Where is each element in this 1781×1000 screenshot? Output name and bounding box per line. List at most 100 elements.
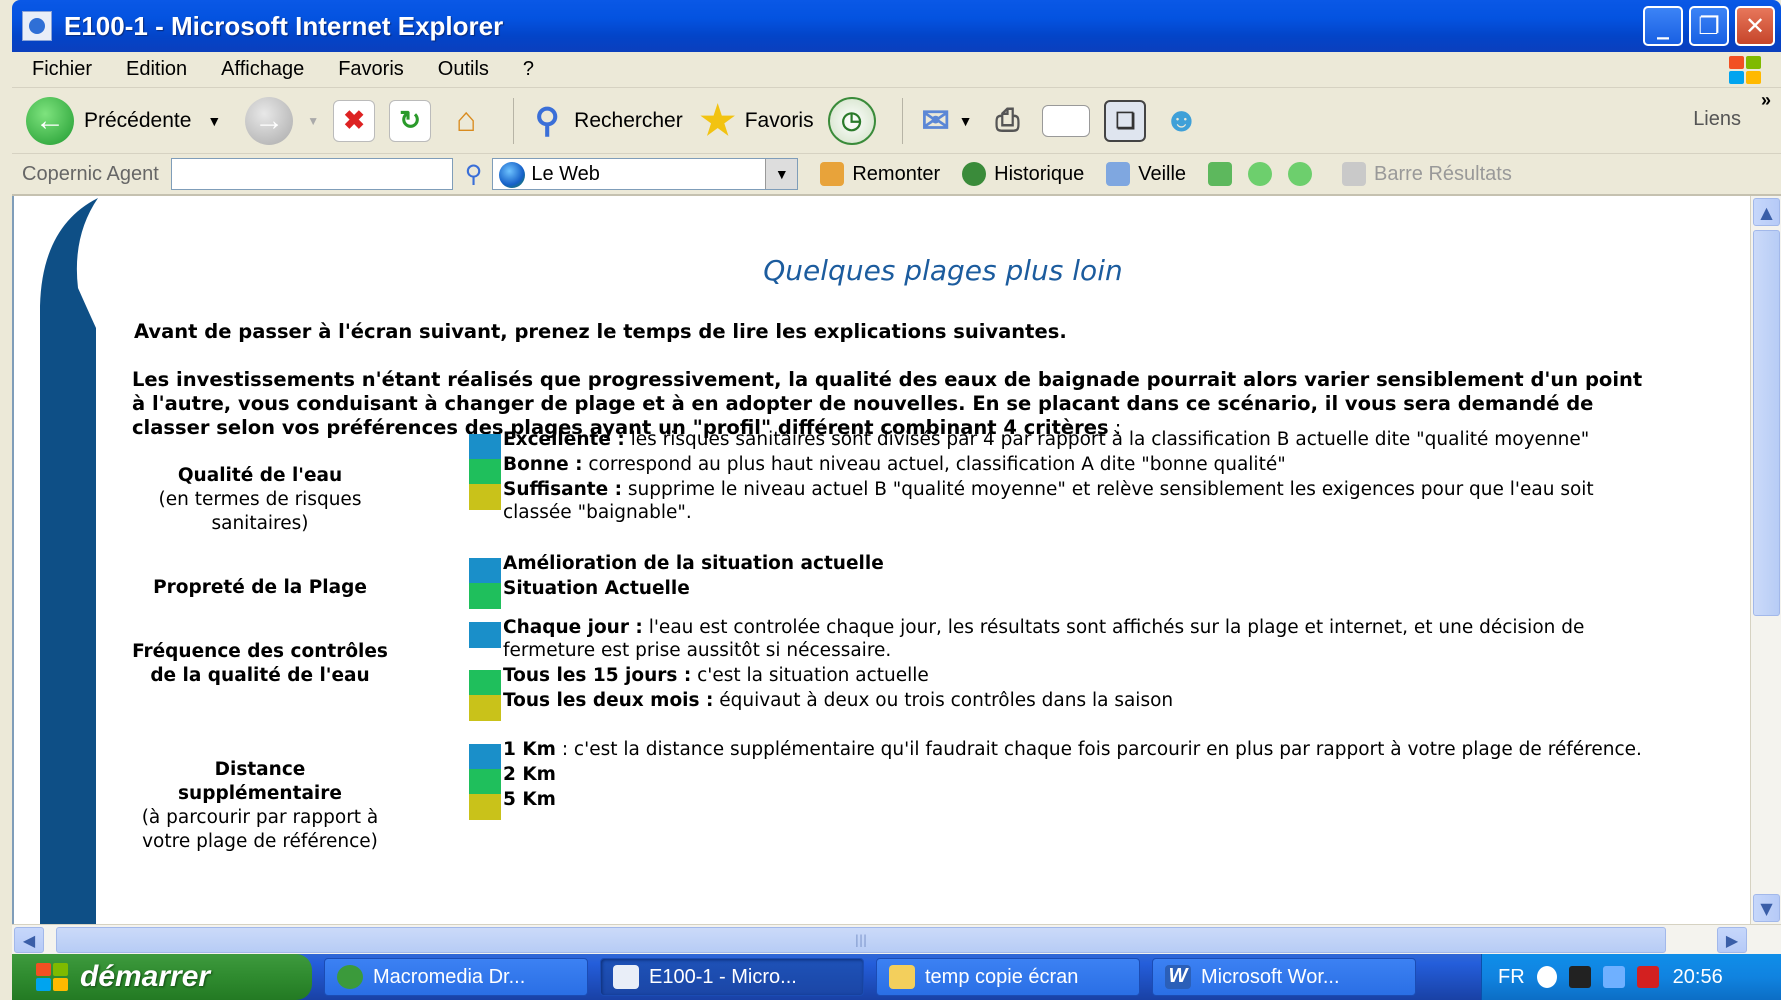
scroll-down-button[interactable]: ▼ xyxy=(1753,894,1780,922)
mail-dropdown-icon[interactable]: ▼ xyxy=(959,113,973,129)
menu-favoris[interactable]: Favoris xyxy=(338,58,404,81)
intro-text: Avant de passer à l'écran suivant, prene… xyxy=(134,320,1067,343)
horizontal-scrollbar[interactable]: ◀ ||| ▶ xyxy=(12,924,1781,954)
maximize-button[interactable]: ❐ xyxy=(1689,6,1729,46)
previous-arrow-icon xyxy=(1248,162,1273,186)
scroll-left-button[interactable]: ◀ xyxy=(14,927,44,953)
vertical-scroll-thumb[interactable] xyxy=(1753,230,1780,616)
option-item: Chaque jour : l'eau est controlée chaque… xyxy=(469,616,1649,662)
tray-antivirus-icon[interactable] xyxy=(1636,966,1659,988)
previous-result-button[interactable] xyxy=(1248,162,1280,186)
mail-button[interactable]: ✉ ▼ xyxy=(915,100,973,142)
favorites-label: Favoris xyxy=(744,108,814,132)
option-text: : c'est la distance supplémentaire qu'il… xyxy=(555,739,1642,760)
chevron-down-icon[interactable]: ▼ xyxy=(765,159,798,189)
tray-app-icon[interactable] xyxy=(1568,966,1591,988)
copernic-search-icon[interactable]: ⚲ xyxy=(465,160,483,189)
history-button[interactable]: ◷ xyxy=(827,96,876,145)
vertical-scrollbar[interactable]: ▲ ▼ xyxy=(1750,196,1781,924)
title-bar: E100-1 - Microsoft Internet Explorer _ ❐… xyxy=(12,0,1781,52)
globe-icon xyxy=(499,162,526,188)
option-label: Situation Actuelle xyxy=(503,578,690,599)
criterion-title: Propreté de la Plage xyxy=(153,577,367,598)
minimize-button[interactable]: _ xyxy=(1643,6,1683,46)
criterion-subtitle: (en termes de risques sanitaires) xyxy=(158,489,362,534)
historique-label: Historique xyxy=(994,162,1085,185)
horizontal-scroll-thumb[interactable]: ||| xyxy=(56,927,1666,953)
option-label: Chaque jour : xyxy=(503,617,643,638)
tray-expand-icon[interactable] xyxy=(1536,966,1557,988)
task-label: Microsoft Wor... xyxy=(1201,965,1340,988)
options-control-frequency: Chaque jour : l'eau est controlée chaque… xyxy=(469,616,1649,721)
system-tray: FR 20:56 xyxy=(1481,954,1781,1000)
barre-resultats-button[interactable]: Barre Résultats xyxy=(1342,162,1512,186)
option-label: Suffisante : xyxy=(503,479,623,500)
option-text: supprime le niveau actuel B "qualité moy… xyxy=(503,479,1594,523)
favorites-button[interactable]: ★ Favoris xyxy=(697,99,814,143)
menu-help[interactable]: ? xyxy=(523,58,534,81)
criterion-title: Qualité de l'eau xyxy=(177,465,343,486)
copernic-search-input[interactable] xyxy=(170,158,453,190)
task-label: temp copie écran xyxy=(925,965,1079,988)
print-button[interactable]: ⎙ xyxy=(986,100,1028,142)
forward-dropdown-icon[interactable]: ▼ xyxy=(307,114,319,128)
forward-button[interactable]: → ▼ xyxy=(235,96,319,145)
remonter-button[interactable]: Remonter xyxy=(820,162,940,186)
options-water-quality: Excellente : les risques sanitaires sont… xyxy=(469,428,1649,526)
search-button[interactable]: ⚲ Rechercher xyxy=(526,100,683,142)
menu-fichier[interactable]: Fichier xyxy=(32,58,92,81)
edit-button[interactable] xyxy=(1042,104,1091,137)
printer-icon: ⎙ xyxy=(995,103,1020,137)
stop-button[interactable]: ✖ xyxy=(333,99,376,142)
highlight-pen-icon xyxy=(1208,162,1233,186)
copernic-scope-select[interactable]: Le Web ▼ xyxy=(492,158,799,190)
menu-edition[interactable]: Edition xyxy=(126,58,187,81)
veille-button[interactable]: Veille xyxy=(1106,162,1186,186)
scroll-right-button[interactable]: ▶ xyxy=(1717,927,1747,953)
menu-outils[interactable]: Outils xyxy=(438,58,489,81)
option-text: équivaut à deux ou trois contrôles dans … xyxy=(713,690,1174,711)
clock: 20:56 xyxy=(1672,965,1723,988)
home-button[interactable]: ⌂ xyxy=(445,100,487,142)
task-macromedia[interactable]: Macromedia Dr... xyxy=(324,958,588,996)
start-button[interactable]: démarrer xyxy=(12,954,312,1000)
standard-toolbar: ← Précédente ▼ → ▼ ✖ ↻ ⌂ ⚲ Rechercher ★ … xyxy=(12,88,1781,154)
highlight-button[interactable] xyxy=(1208,162,1240,186)
criterion-beach-cleanliness: Propreté de la Plage xyxy=(130,576,390,600)
option-label: Bonne : xyxy=(503,454,583,475)
links-label[interactable]: Liens xyxy=(1693,108,1741,131)
search-magnifier-icon: ⚲ xyxy=(534,101,560,140)
scroll-up-button[interactable]: ▲ xyxy=(1753,198,1780,226)
options-extra-distance: 1 Km : c'est la distance supplémentaire … xyxy=(469,738,1649,820)
back-dropdown-icon[interactable]: ▼ xyxy=(207,113,221,129)
option-item: Suffisante : supprime le niveau actuel B… xyxy=(469,478,1649,524)
task-ie[interactable]: E100-1 - Micro... xyxy=(600,958,864,996)
barre-resultats-label: Barre Résultats xyxy=(1374,162,1512,185)
copernic-toolbar: Copernic Agent ⚲ Le Web ▼ Remonter Histo… xyxy=(12,154,1781,196)
folder-icon xyxy=(889,965,915,989)
next-result-button[interactable] xyxy=(1288,162,1320,186)
option-label: 5 Km xyxy=(503,789,556,810)
toolbar-chevron-icon[interactable]: » xyxy=(1761,90,1771,111)
barre-resultats-icon xyxy=(1342,162,1367,186)
discuss-button[interactable]: ❏ xyxy=(1104,99,1147,142)
color-swatch xyxy=(469,695,501,721)
home-icon: ⌂ xyxy=(455,101,477,139)
option-text: les risques sanitaires sont divisés par … xyxy=(624,429,1590,450)
remonter-icon xyxy=(820,162,845,186)
menu-affichage[interactable]: Affichage xyxy=(221,58,304,81)
task-label: Macromedia Dr... xyxy=(373,965,526,988)
option-text: c'est la situation actuelle xyxy=(691,665,929,686)
messenger-button[interactable]: ☻ xyxy=(1160,100,1202,142)
historique-button[interactable]: Historique xyxy=(962,162,1084,186)
tray-network-icon[interactable] xyxy=(1602,966,1625,988)
refresh-button[interactable]: ↻ xyxy=(389,99,432,142)
refresh-icon: ↻ xyxy=(389,99,432,142)
back-button[interactable]: ← Précédente ▼ xyxy=(26,96,221,145)
close-button[interactable]: ✕ xyxy=(1735,6,1775,46)
task-temp-folder[interactable]: temp copie écran xyxy=(876,958,1140,996)
option-item: Tous les 15 jours : c'est la situation a… xyxy=(469,664,1649,696)
language-indicator[interactable]: FR xyxy=(1498,966,1525,989)
color-swatch xyxy=(469,484,501,510)
task-word[interactable]: W Microsoft Wor... xyxy=(1152,958,1416,996)
